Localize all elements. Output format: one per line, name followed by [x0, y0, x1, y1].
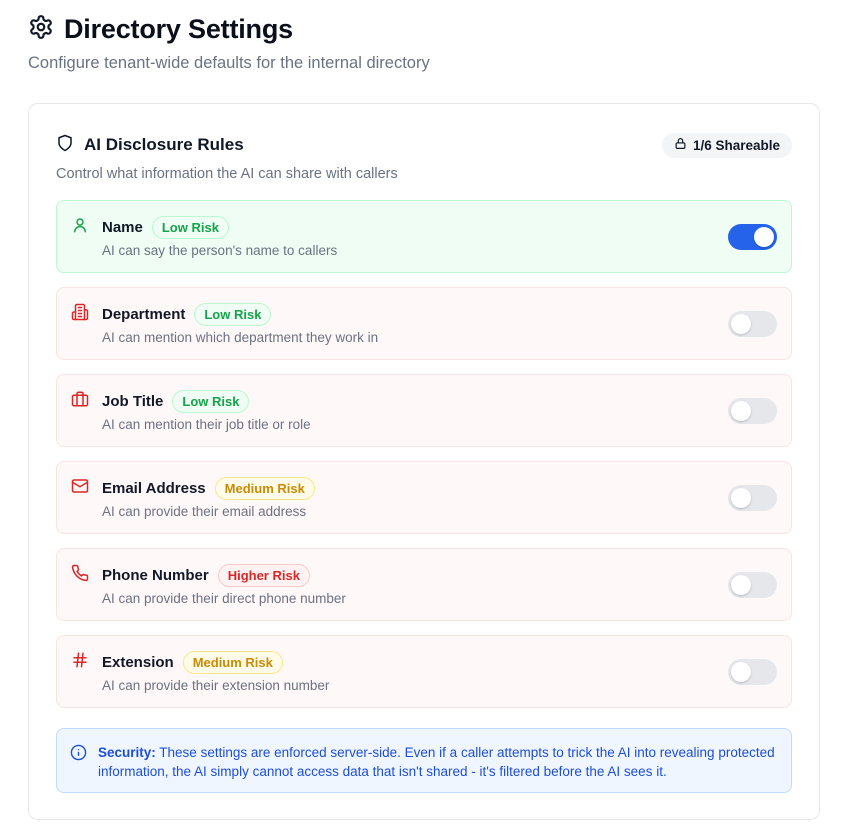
- card-description: Control what information the AI can shar…: [56, 166, 398, 182]
- rule-name: Phone Number: [102, 566, 209, 584]
- toggle-knob: [754, 227, 774, 247]
- rule-description: AI can say the person's name to callers: [102, 243, 338, 258]
- rule-row-email-address: Email Address Medium Risk AI can provide…: [56, 461, 792, 534]
- page-subtitle: Configure tenant-wide defaults for the i…: [28, 54, 430, 72]
- rule-row-extension: Extension Medium Risk AI can provide the…: [56, 635, 792, 708]
- rule-row-job-title: Job Title Low Risk AI can mention their …: [56, 374, 792, 447]
- rule-heading: Email Address Medium Risk: [102, 476, 315, 500]
- rule-row-department: Department Low Risk AI can mention which…: [56, 287, 792, 360]
- rule-name: Job Title: [102, 392, 164, 410]
- shareable-count-badge: 1/6 Shareable: [661, 132, 792, 158]
- security-notice-text: Security: These settings are enforced se…: [98, 743, 777, 781]
- security-notice-body: These settings are enforced server-side.…: [98, 745, 775, 779]
- toggle-extension[interactable]: [728, 659, 777, 685]
- rule-row-name: Name Low Risk AI can say the person's na…: [56, 200, 792, 273]
- card-header: AI Disclosure Rules 1/6 Shareable: [56, 132, 792, 158]
- hash-icon: [71, 651, 89, 669]
- rule-heading: Name Low Risk: [102, 215, 229, 239]
- security-notice-label: Security:: [98, 745, 156, 760]
- risk-badge: Low Risk: [194, 302, 272, 326]
- shareable-count-label: 1/6 Shareable: [692, 137, 780, 153]
- rule-description: AI can provide their direct phone number: [102, 591, 346, 606]
- rule-description: AI can provide their extension number: [102, 678, 330, 693]
- risk-badge: Medium Risk: [182, 650, 283, 674]
- lock-icon: [674, 137, 687, 153]
- rule-heading: Phone Number Higher Risk: [102, 563, 310, 587]
- rule-heading: Department Low Risk: [102, 302, 272, 326]
- security-notice: Security: These settings are enforced se…: [56, 728, 792, 793]
- building-icon: [71, 303, 89, 321]
- rule-heading: Extension Medium Risk: [102, 650, 283, 674]
- card-title-wrap: AI Disclosure Rules: [56, 134, 244, 157]
- rule-description: AI can mention their job title or role: [102, 417, 311, 432]
- toggle-job-title[interactable]: [728, 398, 777, 424]
- risk-badge: Higher Risk: [217, 563, 310, 587]
- rule-name: Name: [102, 218, 143, 236]
- toggle-knob: [731, 575, 751, 595]
- user-icon: [71, 216, 89, 234]
- rule-description: AI can mention which department they wor…: [102, 330, 379, 345]
- risk-badge: Low Risk: [172, 389, 250, 413]
- rule-name: Department: [102, 305, 186, 323]
- page-title: Directory Settings: [64, 13, 293, 44]
- rule-row-phone-number: Phone Number Higher Risk AI can provide …: [56, 548, 792, 621]
- title-row: Directory Settings: [28, 12, 430, 46]
- briefcase-icon: [71, 390, 89, 408]
- gear-icon: [28, 14, 54, 45]
- toggle-name[interactable]: [728, 224, 777, 250]
- toggle-email-address[interactable]: [728, 485, 777, 511]
- risk-badge: Medium Risk: [214, 476, 315, 500]
- toggle-knob: [731, 662, 751, 682]
- rule-description: AI can provide their email address: [102, 504, 307, 519]
- toggle-department[interactable]: [728, 311, 777, 337]
- card-title: AI Disclosure Rules: [84, 135, 244, 154]
- shield-icon: [56, 134, 74, 157]
- rule-name: Extension: [102, 653, 174, 671]
- ai-disclosure-card: AI Disclosure Rules 1/6 Shareable Contro…: [28, 103, 820, 820]
- rule-heading: Job Title Low Risk: [102, 389, 250, 413]
- page-header: Directory Settings Configure tenant-wide…: [28, 12, 430, 73]
- toggle-phone-number[interactable]: [728, 572, 777, 598]
- toggle-knob: [731, 314, 751, 334]
- risk-badge: Low Risk: [151, 215, 229, 239]
- phone-icon: [71, 564, 89, 582]
- mail-icon: [71, 477, 89, 495]
- rule-name: Email Address: [102, 479, 206, 497]
- toggle-knob: [731, 488, 751, 508]
- toggle-knob: [731, 401, 751, 421]
- info-icon: [70, 744, 87, 761]
